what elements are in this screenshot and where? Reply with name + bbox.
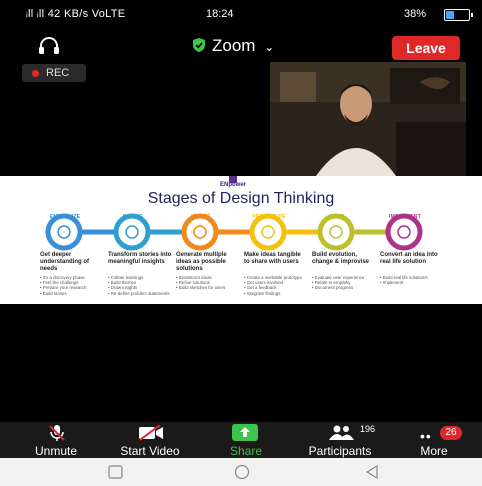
- video-canvas: [0, 304, 482, 422]
- android-nav-bar: [0, 458, 482, 486]
- stage-ring-empathize: [45, 213, 83, 251]
- stage-bullets: Collate learningsBuild themesDraw insigh…: [108, 275, 172, 296]
- stage-heading: Transform stories into meaningful insigh…: [108, 252, 172, 265]
- stage-label: DEFINE: [122, 214, 144, 220]
- stage-icon-implement: [397, 225, 411, 239]
- share-label: Share: [229, 444, 263, 458]
- stage-heading: Generate multiple ideas as possible solu…: [176, 252, 227, 272]
- share-button[interactable]: Share: [216, 422, 276, 458]
- stage-heading: Build evolution, change & improvise: [312, 252, 370, 265]
- stage-icon-ideate: [193, 225, 207, 239]
- record-dot-icon: [32, 70, 39, 77]
- slide-logo: ENpower: [220, 182, 247, 188]
- stage-icon-empathize: [57, 225, 71, 239]
- share-arrow-icon: [232, 424, 258, 446]
- unmute-button[interactable]: Unmute: [20, 422, 92, 458]
- recents-square-icon[interactable]: [108, 465, 124, 484]
- headphones-icon[interactable]: [38, 37, 60, 60]
- stage-bullets: It's a discovery phaseFeel the challenge…: [40, 275, 104, 296]
- stage-bullet: Re-define problem statements: [108, 291, 172, 296]
- more-badge: 26: [440, 426, 462, 440]
- stage-label: PROTOTYPE: [252, 214, 286, 220]
- shared-screen-slide: ENpower Stages of Design Thinking EMPATH…: [0, 176, 482, 304]
- meeting-title-text: Zoom: [212, 36, 256, 55]
- meeting-title[interactable]: Zoom ⌄: [192, 36, 274, 58]
- recording-indicator: REC: [22, 64, 86, 82]
- stage-ring-ideate: [181, 213, 219, 251]
- slide-title: Stages of Design Thinking: [147, 190, 335, 207]
- stage-icon-test: [329, 225, 343, 239]
- meeting-toolbar: Unmute Start Video Share 196 Participant…: [0, 422, 482, 458]
- stage-ring-test: [317, 213, 355, 251]
- stage-icon-define: [125, 225, 139, 239]
- stage-ring-prototype: [249, 213, 287, 251]
- battery-fill: [446, 11, 454, 19]
- stage-bullet: Implement: [380, 280, 444, 285]
- start-video-button[interactable]: Start Video: [110, 422, 190, 458]
- shield-check-icon: [192, 37, 206, 58]
- stage-heading: Get deeper understanding of needs: [40, 252, 89, 272]
- stage-bullet: Document progress: [312, 285, 376, 290]
- battery-percent: 38%: [404, 8, 427, 20]
- meeting-top-bar: Zoom ⌄ Leave: [0, 30, 482, 64]
- stage-bullets: Create a workable prototypeGet users inv…: [244, 275, 308, 296]
- stage-label: TEST: [330, 214, 344, 220]
- stage-label: IDEATE: [191, 214, 211, 220]
- stage-label: IMPLEMENT: [388, 214, 422, 220]
- start-video-label: Start Video: [120, 444, 180, 458]
- leave-button[interactable]: Leave: [392, 36, 460, 60]
- participants-icon: [326, 425, 356, 446]
- more-label: More: [420, 444, 448, 458]
- stage-bullet: Build stories: [40, 291, 104, 296]
- stage-heading: Convert an idea into real life solution: [380, 252, 438, 265]
- network-status: ᵢll ᵢll 42 KB/s VoLTE: [26, 8, 126, 20]
- chevron-down-icon: ⌄: [264, 40, 275, 54]
- battery-icon: [444, 9, 473, 21]
- stage-bullet: Integrate findings: [244, 291, 308, 296]
- stage-ring-define: [113, 213, 151, 251]
- recording-label: REC: [46, 67, 70, 79]
- home-circle-icon[interactable]: [234, 464, 250, 485]
- stage-bullets: Build real life solution/sImplement: [380, 275, 444, 285]
- clock: 18:24: [206, 8, 234, 20]
- stage-heading: Make ideas tangible to share with users: [244, 252, 301, 265]
- more-dots-icon: ••: [420, 428, 432, 444]
- stage-bullet: Build sketches for users: [176, 285, 240, 290]
- back-triangle-icon[interactable]: [364, 464, 380, 485]
- stage-bullets: Evaluate user experienceRelate to empath…: [312, 275, 376, 291]
- participant-video-frame: [270, 62, 466, 176]
- participants-button[interactable]: 196 Participants: [296, 422, 384, 458]
- stage-label: EMPATHIZE: [49, 214, 81, 220]
- unmute-label: Unmute: [34, 444, 78, 458]
- stage-icon-prototype: [261, 225, 275, 239]
- participant-video[interactable]: [270, 62, 466, 176]
- status-bar: ᵢll ᵢll 42 KB/s VoLTE 18:24 38%: [0, 0, 482, 26]
- video-off-icon: [138, 424, 164, 446]
- stage-bullets: Brainstorm ideasRefine solutionsBuild sk…: [176, 275, 240, 291]
- stage-ring-implement: [385, 213, 423, 251]
- participants-label: Participants: [308, 444, 372, 458]
- participants-count: 196: [360, 424, 376, 434]
